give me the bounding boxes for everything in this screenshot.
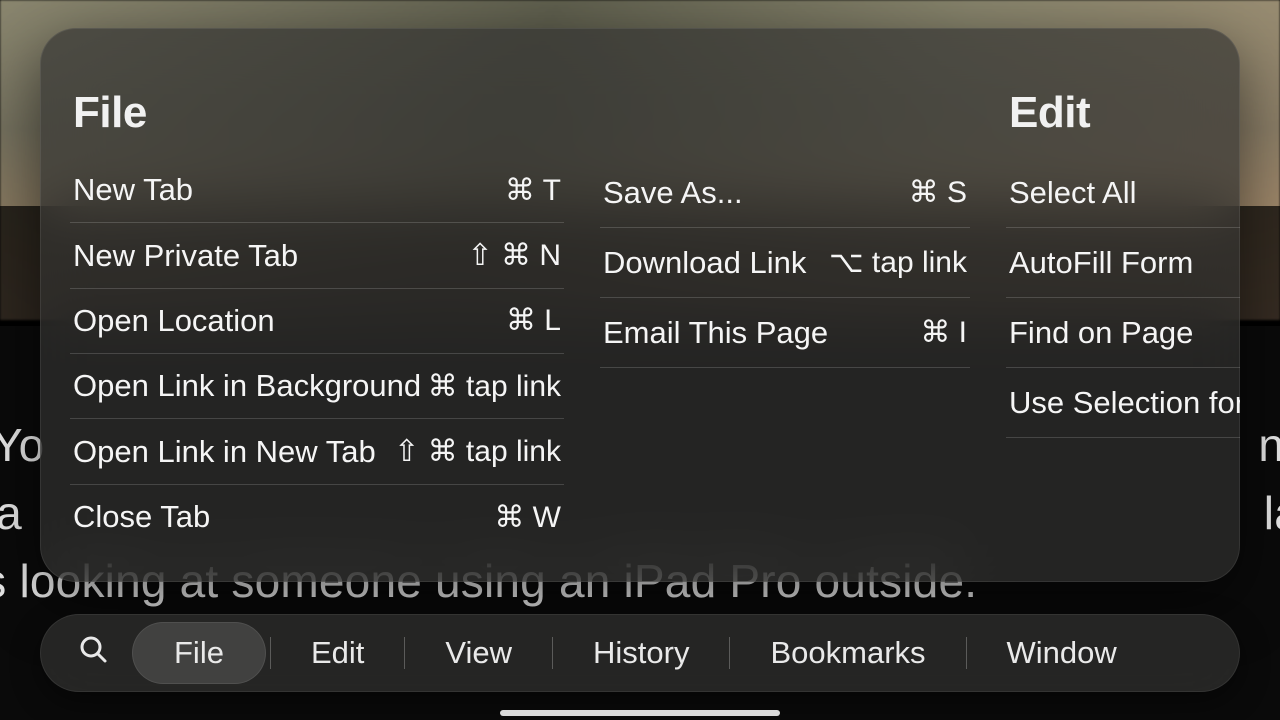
shortcuts-column-file-2: . Save As... ⌘ S Download Link ⌥ tap lin… <box>600 60 1006 550</box>
tab-separator <box>729 637 730 669</box>
shortcut-keys: ⌘ T <box>505 173 561 208</box>
column-title-file: File <box>70 88 564 138</box>
tab-window[interactable]: Window <box>971 622 1153 684</box>
article-line-1-right: no <box>1258 418 1280 472</box>
search-button[interactable] <box>54 634 132 672</box>
tab-separator <box>552 637 553 669</box>
tab-separator <box>404 637 405 669</box>
shortcut-keys: ⇧ ⌘ tap link <box>394 434 561 469</box>
home-indicator[interactable] <box>500 710 780 716</box>
keyboard-shortcuts-panel: File New Tab ⌘ T New Private Tab ⇧ ⌘ N O… <box>40 28 1240 582</box>
shortcut-open-link-new-tab[interactable]: Open Link in New Tab ⇧ ⌘ tap link <box>70 419 564 484</box>
shortcut-keys: ⇧ ⌘ N <box>468 238 561 273</box>
article-line-2-right: la <box>1264 486 1280 540</box>
shortcut-label: Close Tab <box>73 499 210 535</box>
shortcut-keys: ⌘ L <box>506 303 561 338</box>
column-title-edit: Edit <box>1006 88 1240 138</box>
shortcut-label: New Tab <box>73 172 193 208</box>
tab-view[interactable]: View <box>409 622 548 684</box>
shortcut-keys: ⌘ I <box>920 315 967 350</box>
shortcut-label: Open Link in Background <box>73 368 421 404</box>
tab-file[interactable]: File <box>132 622 266 684</box>
shortcut-label: Email This Page <box>603 315 828 351</box>
shortcut-label: Find on Page <box>1009 315 1193 351</box>
tab-separator <box>966 637 967 669</box>
shortcuts-column-edit: Edit Select All AutoFill Form Find on Pa… <box>1006 60 1240 550</box>
shortcut-keys: ⌘ W <box>494 500 561 535</box>
shortcut-email-this-page[interactable]: Email This Page ⌘ I <box>600 298 970 368</box>
shortcut-label: Download Link <box>603 245 806 281</box>
tab-label: History <box>593 635 689 671</box>
tab-label: Bookmarks <box>770 635 925 671</box>
shortcut-new-private-tab[interactable]: New Private Tab ⇧ ⌘ N <box>70 223 564 288</box>
shortcut-select-all[interactable]: Select All <box>1006 158 1240 228</box>
shortcut-download-link[interactable]: Download Link ⌥ tap link <box>600 228 970 298</box>
shortcut-keys: ⌥ tap link <box>829 245 967 280</box>
tab-label: View <box>445 635 512 671</box>
shortcut-label: Open Link in New Tab <box>73 434 376 470</box>
shortcuts-column-file-1: File New Tab ⌘ T New Private Tab ⇧ ⌘ N O… <box>40 60 600 550</box>
tab-separator <box>270 637 271 669</box>
shortcut-label: Use Selection for Fin <box>1009 385 1240 421</box>
tab-label: File <box>174 635 224 671</box>
search-icon <box>78 634 108 672</box>
tab-label: Edit <box>311 635 364 671</box>
shortcut-label: Save As... <box>603 175 743 211</box>
shortcut-label: Select All <box>1009 175 1137 211</box>
tab-edit[interactable]: Edit <box>275 622 400 684</box>
shortcut-autofill-form[interactable]: AutoFill Form <box>1006 228 1240 298</box>
tab-bookmarks[interactable]: Bookmarks <box>734 622 961 684</box>
article-line-1-left: Yo <box>0 418 44 472</box>
shortcut-label: New Private Tab <box>73 238 298 274</box>
shortcut-keys: ⌘ S <box>909 175 967 210</box>
shortcut-keys: ⌘ tap link <box>428 369 561 404</box>
shortcut-label: Open Location <box>73 303 275 339</box>
shortcut-label: AutoFill Form <box>1009 245 1193 281</box>
tab-history[interactable]: History <box>557 622 725 684</box>
shortcut-open-location[interactable]: Open Location ⌘ L <box>70 289 564 354</box>
shortcut-new-tab[interactable]: New Tab ⌘ T <box>70 158 564 223</box>
shortcut-open-link-background[interactable]: Open Link in Background ⌘ tap link <box>70 354 564 419</box>
shortcut-close-tab[interactable]: Close Tab ⌘ W <box>70 485 564 550</box>
tab-label: Window <box>1007 635 1117 671</box>
panel-columns: File New Tab ⌘ T New Private Tab ⇧ ⌘ N O… <box>40 60 1240 550</box>
menu-tabbar: File Edit View History Bookmarks Window <box>40 614 1240 692</box>
article-line-2-left: s a <box>0 486 22 540</box>
shortcut-save-as[interactable]: Save As... ⌘ S <box>600 158 970 228</box>
shortcut-find-on-page[interactable]: Find on Page <box>1006 298 1240 368</box>
shortcut-use-selection-for-find[interactable]: Use Selection for Fin <box>1006 368 1240 438</box>
